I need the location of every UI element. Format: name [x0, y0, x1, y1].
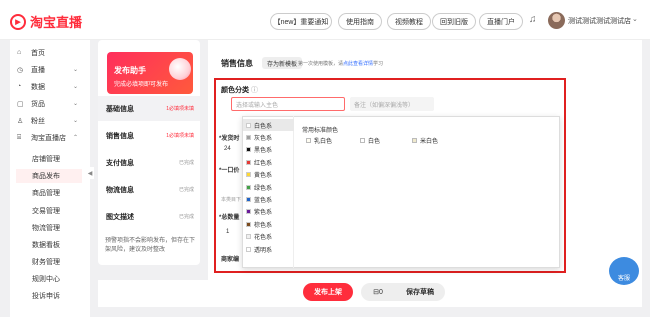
publish-button[interactable]: 发布上架	[303, 283, 353, 301]
quantity-value: 1	[226, 229, 230, 235]
assistant-orb-icon	[169, 58, 191, 80]
step-sales-info[interactable]: 销售信息 1必填项未填	[98, 123, 200, 148]
save-draft-button[interactable]: 保存草稿	[395, 283, 445, 301]
color-swatch	[246, 134, 251, 140]
live-portal-button[interactable]: 直播门户	[479, 13, 523, 30]
avatar[interactable]	[548, 12, 565, 29]
publish-assistant-card[interactable]: 发布助手 完成必填项即可发布	[107, 52, 193, 94]
color-swatch	[246, 209, 251, 215]
ship-time-value: 24	[224, 146, 231, 152]
live-icon: ◷	[17, 66, 24, 74]
color-swatch	[246, 234, 251, 240]
color-swatch	[246, 147, 251, 153]
section-title: 销售信息	[221, 59, 253, 68]
save-template-button[interactable]: 存为新模板	[262, 57, 303, 69]
price-label: *一口价	[219, 168, 240, 174]
color-note-input[interactable]: 备注（如偏深偏浅等）	[350, 97, 434, 111]
chevron-down-icon[interactable]: ⌄	[632, 15, 638, 23]
warning-tip: 预警项指不会影响发布，但存在下架风险，建议及时整改	[105, 238, 196, 253]
color-option-off-white[interactable]: 米白色	[412, 136, 438, 145]
sidebar-sub-complaint[interactable]: 投诉申诉	[24, 289, 88, 303]
sidebar-sub-trade[interactable]: 交易管理	[24, 204, 88, 218]
play-logo-icon: ▶	[10, 13, 26, 30]
color-swatch	[246, 246, 251, 252]
color-swatch	[246, 196, 251, 202]
video-tutorial-button[interactable]: 视频教程	[387, 13, 431, 30]
color-swatch	[360, 138, 365, 143]
color-input[interactable]: 选择或输入主色	[231, 97, 345, 111]
category-hint: 本类目下	[221, 197, 242, 203]
collapse-toggle-icon[interactable]: ◀	[86, 167, 94, 179]
color-category-item[interactable]: 蓝色系	[246, 193, 292, 205]
user-name[interactable]: 测试测试测试测试店	[568, 16, 631, 26]
color-swatch	[412, 138, 417, 143]
color-category-item[interactable]: 白色系	[243, 119, 294, 131]
color-category-item[interactable]: 紫色系	[246, 206, 292, 218]
color-category-item[interactable]: 花色系	[246, 231, 292, 243]
guide-button[interactable]: 使用指南	[338, 13, 382, 30]
data-icon: ◔	[17, 83, 22, 90]
sidebar-item-live[interactable]: ◷ 直播 ⌄	[10, 61, 90, 78]
shop-icon: ⌸	[17, 133, 22, 141]
step-logistics-info[interactable]: 物流信息 已完成	[98, 177, 200, 202]
sidebar-sub-goods-manage[interactable]: 商品管理	[24, 186, 88, 200]
sidebar-item-goods[interactable]: ▢ 货品 ⌄	[10, 95, 90, 112]
color-option-white[interactable]: 白色	[360, 136, 380, 145]
sidebar-item-data[interactable]: ◔ 数据 ⌄	[10, 78, 90, 95]
sidebar-item-shop[interactable]: ⌸ 淘宝直播店 ⌃	[10, 129, 90, 146]
color-category-item[interactable]: 透明系	[246, 243, 292, 255]
color-category-item[interactable]: 红色系	[246, 156, 292, 168]
old-version-button[interactable]: 回到旧版	[432, 13, 476, 30]
color-category-item[interactable]: 绿色系	[246, 181, 292, 193]
notice-button[interactable]: 【new】重要通知	[270, 13, 332, 30]
goods-icon: ▢	[17, 100, 24, 108]
color-swatch	[246, 184, 251, 190]
color-swatch	[306, 138, 311, 143]
step-description[interactable]: 图文描述 已完成	[98, 204, 200, 229]
step-payment-info[interactable]: 支付信息 已完成	[98, 150, 200, 175]
customer-service-button[interactable]: 客服	[609, 257, 639, 285]
step-basic-info[interactable]: 基础信息 1必填项未填	[98, 96, 200, 121]
common-colors-label: 常用标准颜色	[302, 128, 339, 134]
color-swatch	[246, 122, 251, 128]
draft-count[interactable]: ⊟ 0	[361, 283, 395, 301]
home-icon: ⌂	[17, 49, 22, 56]
color-option-ivory[interactable]: 乳白色	[306, 136, 332, 145]
color-swatch	[246, 159, 251, 165]
sidebar-sub-finance[interactable]: 财务管理	[24, 255, 88, 269]
sidebar-sub-publish[interactable]: 商品发布	[16, 169, 82, 183]
sidebar-item-fans[interactable]: ♙ 粉丝 ⌄	[10, 112, 90, 129]
sidebar-sub-shop-manage[interactable]: 店铺管理	[24, 152, 88, 166]
color-category-item[interactable]: 灰色系	[246, 131, 292, 143]
sidebar-sub-rules[interactable]: 规则中心	[24, 272, 88, 286]
ship-time-label: *发货时	[219, 136, 240, 142]
color-swatch	[246, 221, 251, 227]
color-category-item[interactable]: 黄色系	[246, 169, 292, 181]
template-hint: 第一次使用模板，请点此查看详情学习	[298, 61, 384, 67]
sidebar-item-home[interactable]: ⌂ 首页	[10, 44, 90, 61]
quantity-label: *总数量	[219, 215, 240, 221]
color-category-label: 颜色分类 ⓘ	[221, 87, 258, 94]
fans-icon: ♙	[17, 117, 24, 125]
help-icon[interactable]: ⓘ	[251, 87, 258, 94]
sidebar-sub-dashboard[interactable]: 数据看板	[24, 238, 88, 252]
merchant-code-label: 商家编	[221, 257, 240, 263]
template-help-link[interactable]: 点此查看详情	[343, 61, 373, 67]
color-category-item[interactable]: 棕色系	[246, 218, 292, 230]
sidebar-sub-logistics[interactable]: 物流管理	[24, 221, 88, 235]
logo-text: 淘宝直播	[30, 15, 83, 30]
logo[interactable]: ▶ 淘宝直播	[10, 12, 82, 31]
bell-icon[interactable]: ♫	[529, 14, 537, 25]
color-swatch	[246, 172, 251, 178]
color-category-item[interactable]: 黑色系	[246, 144, 292, 156]
